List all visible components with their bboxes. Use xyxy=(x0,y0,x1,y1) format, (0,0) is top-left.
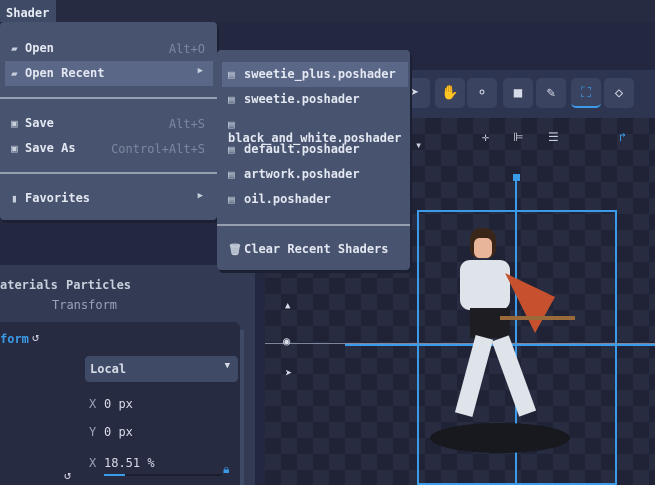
recent-item[interactable]: ▤ sweetie_plus.poshader xyxy=(222,62,408,87)
tab-particles[interactable]: Particles xyxy=(66,278,131,292)
recent-item[interactable]: ▤black_and_white.poshader xyxy=(222,112,408,145)
position-x-field[interactable]: 0 px xyxy=(104,397,133,411)
cursor-icon: ➤ xyxy=(285,366,293,380)
file-icon: ▤ xyxy=(228,118,235,131)
reset-icon[interactable]: ↺ xyxy=(32,330,39,344)
recent-item[interactable]: ▤ default.poshader xyxy=(222,137,408,162)
bookmark-icon: ▮ xyxy=(11,192,18,205)
rotate-handle[interactable] xyxy=(513,174,520,181)
folder-open-icon: ▰ xyxy=(11,42,18,55)
shortcut: Alt+O xyxy=(168,42,205,56)
separator xyxy=(0,97,217,99)
menu-item-label: Save As xyxy=(25,141,76,155)
menu-item-label: Favorites xyxy=(25,191,91,205)
recent-submenu: ▤ sweetie_plus.poshader ▤ sweetie.poshader… xyxy=(217,50,410,270)
chevron-right-icon: ▶ xyxy=(197,191,203,201)
menu-item-open-recent[interactable]: ▰ Open Recent ▶ xyxy=(5,61,213,86)
menu-item-open[interactable]: ▰ Open Alt+O xyxy=(5,36,213,61)
recent-item[interactable]: ▤ oil.poshader xyxy=(222,187,408,212)
recent-item-label: artwork.poshader xyxy=(244,167,360,181)
reset-scale-icon[interactable]: ↺ xyxy=(64,468,71,482)
character-sprite xyxy=(440,228,580,438)
menu-item-save[interactable]: ▣ Save Alt+S xyxy=(5,111,213,136)
x-label: X xyxy=(89,397,97,411)
recent-item-label: sweetie.poshader xyxy=(244,92,360,106)
file-icon: ▤ xyxy=(228,168,235,181)
align-left-icon[interactable]: ⊫ xyxy=(513,130,523,144)
scale-x-fill xyxy=(104,474,126,476)
menu-shader[interactable]: Shader xyxy=(0,0,56,22)
scrollbar[interactable] xyxy=(240,330,244,485)
transform-group: form ↺ Local ▼ X 0 px Y 0 px X 18.51 % ↺ … xyxy=(0,322,240,485)
save-as-icon: ▣ xyxy=(11,142,18,155)
menu-item-label: Open xyxy=(25,41,54,55)
recent-item-label: oil.poshader xyxy=(244,192,331,206)
lock-icon[interactable]: 🔒︎ xyxy=(223,462,229,477)
chevron-right-icon: ▶ xyxy=(197,66,203,76)
file-icon: ▤ xyxy=(228,68,235,81)
folder-recent-icon: ▰ xyxy=(11,67,18,80)
group-label: form xyxy=(0,332,29,346)
space-select-value: Local xyxy=(90,362,127,376)
pivot-icon[interactable]: ✛ xyxy=(482,130,489,144)
recent-item[interactable]: ▤ artwork.poshader xyxy=(222,162,408,187)
shape-tool-icon[interactable]: ■ xyxy=(503,78,533,108)
scale-x-slider[interactable] xyxy=(104,474,222,476)
axis-icon[interactable]: ↱ xyxy=(619,130,626,144)
chevron-down-icon: ▼ xyxy=(224,361,230,371)
eye-icon[interactable]: ◉ xyxy=(283,334,290,348)
up-arrow-icon[interactable]: ▲ xyxy=(285,301,290,311)
menu-bar xyxy=(0,0,655,22)
brush-tool-icon[interactable]: ✎ xyxy=(536,78,566,108)
menu-item-label: Open Recent xyxy=(25,66,105,80)
polygon-tool-icon[interactable]: ◇ xyxy=(604,78,634,108)
character-focus-icon[interactable]: ⛶ xyxy=(571,78,601,108)
hand-tool-icon[interactable]: ✋ xyxy=(435,78,465,108)
section-title: Transform xyxy=(52,298,118,312)
shortcut: Control+Alt+S xyxy=(111,142,205,156)
save-icon: ▣ xyxy=(11,117,18,130)
dropdown-arrow-icon[interactable]: ▾ xyxy=(415,138,422,152)
separator xyxy=(217,224,410,226)
space-select[interactable]: Local ▼ xyxy=(85,356,238,382)
recent-item-label: sweetie_plus.poshader xyxy=(244,67,396,81)
scale-x-label: X xyxy=(89,456,97,470)
file-icon: ▤ xyxy=(228,93,235,106)
menu-item-save-as[interactable]: ▣ Save As Control+Alt+S xyxy=(5,136,213,161)
menu-item-favorites[interactable]: ▮ Favorites ▶ xyxy=(5,186,213,211)
file-icon: ▤ xyxy=(228,143,235,156)
recent-item-label: default.poshader xyxy=(244,142,360,156)
menu-item-label: Save xyxy=(25,116,54,130)
trash-icon: 🗑︎ xyxy=(228,243,242,256)
bones-tool-icon[interactable]: ⚬ xyxy=(467,78,497,108)
recent-item[interactable]: ▤ sweetie.poshader xyxy=(222,87,408,112)
sort-icon[interactable]: ☰ xyxy=(548,130,559,144)
file-icon: ▤ xyxy=(228,193,235,206)
clear-recent-label: Clear Recent Shaders xyxy=(244,242,389,256)
clear-recent-button[interactable]: 🗑︎ Clear Recent Shaders xyxy=(222,237,408,262)
separator xyxy=(0,172,217,174)
tab-materials[interactable]: aterials xyxy=(0,278,58,292)
y-label: Y xyxy=(89,425,97,439)
shortcut: Alt+S xyxy=(168,117,205,131)
scale-x-field[interactable]: 18.51 % xyxy=(104,456,155,470)
position-y-field[interactable]: 0 px xyxy=(104,425,133,439)
shader-menu: ▰ Open Alt+O ▰ Open Recent ▶ ▣ Save Alt+S ▣ Sav… xyxy=(0,22,217,220)
